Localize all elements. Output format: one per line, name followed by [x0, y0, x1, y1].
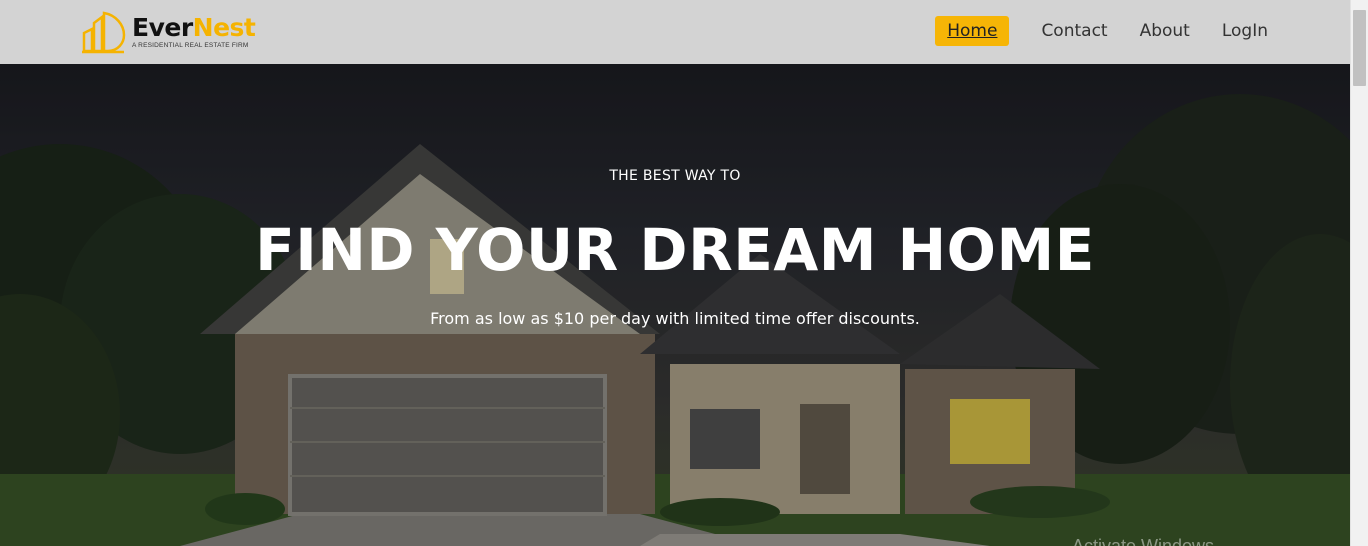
- brand-name-part2: Nest: [192, 13, 256, 42]
- hero-subtitle: From as low as $10 per day with limited …: [430, 309, 920, 328]
- nav-home-link[interactable]: Home: [935, 16, 1010, 46]
- building-logo-icon: [82, 11, 126, 54]
- site-header: EverNest A RESIDENTIAL REAL ESTATE FIRM …: [0, 0, 1350, 64]
- brand-tagline: A RESIDENTIAL REAL ESTATE FIRM: [132, 42, 249, 49]
- nav-contact-link[interactable]: Contact: [1029, 16, 1119, 46]
- brand-name: EverNest: [132, 13, 256, 42]
- activate-windows-watermark: Activate Windows: [1072, 536, 1215, 546]
- hero-dark-overlay: [0, 64, 1350, 546]
- scrollbar-thumb[interactable]: [1353, 10, 1366, 86]
- main-nav: Home Contact About LogIn: [927, 16, 1280, 46]
- brand-name-part1: Ever: [132, 13, 193, 42]
- brand-logo[interactable]: EverNest A RESIDENTIAL REAL ESTATE FIRM: [80, 9, 256, 55]
- hero-title: FIND YOUR DREAM HOME: [255, 216, 1095, 284]
- nav-login-link[interactable]: LogIn: [1210, 16, 1280, 46]
- hero-section: THE BEST WAY TO FIND YOUR DREAM HOME Fro…: [0, 64, 1350, 546]
- hero-eyebrow: THE BEST WAY TO: [609, 168, 741, 184]
- nav-about-link[interactable]: About: [1128, 16, 1202, 46]
- page-scrollbar[interactable]: [1350, 0, 1368, 546]
